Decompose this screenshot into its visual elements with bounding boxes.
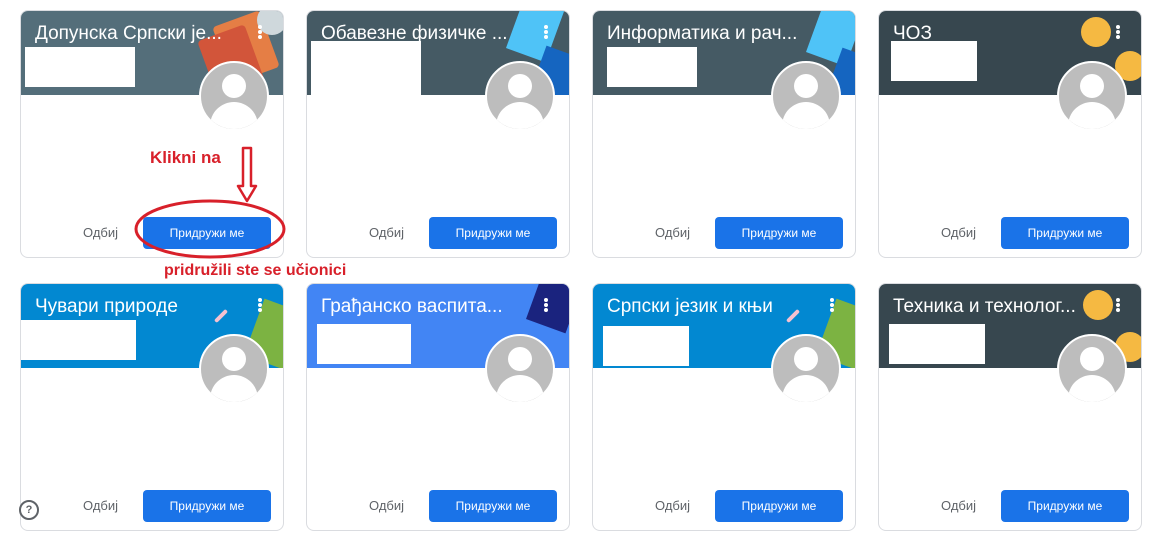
class-card[interactable]: ЧОЗ Одбиј Придружи ме xyxy=(878,10,1142,258)
more-vert-icon[interactable] xyxy=(253,21,267,43)
redacted-teacher xyxy=(21,320,136,360)
redacted-teacher xyxy=(25,47,135,87)
annotation-click-text: Klikni na xyxy=(150,148,221,167)
decline-button[interactable]: Одбиј xyxy=(941,498,976,513)
class-card[interactable]: Обавезне физичке ... Одбиј Придружи ме xyxy=(306,10,570,258)
join-button[interactable]: Придружи ме xyxy=(715,490,843,522)
class-card[interactable]: Грађанско васпита... Одбиј Придружи ме xyxy=(306,283,570,531)
join-button[interactable]: Придружи ме xyxy=(429,490,557,522)
class-title[interactable]: Грађанско васпита... xyxy=(321,296,503,318)
redacted-teacher xyxy=(607,47,697,87)
more-vert-icon[interactable] xyxy=(1111,21,1125,43)
class-card[interactable]: Техника и технолог... Одбиј Придружи ме xyxy=(878,283,1142,531)
class-title[interactable]: Чувари природе xyxy=(35,296,178,318)
more-vert-icon[interactable] xyxy=(539,294,553,316)
decline-button[interactable]: Одбиј xyxy=(655,498,690,513)
coin-decoration xyxy=(1083,290,1113,320)
coin-decoration xyxy=(1081,17,1111,47)
pencil-decoration xyxy=(785,308,801,324)
class-card[interactable]: Српски језик и књи Одбиј Придружи ме xyxy=(592,283,856,531)
join-button[interactable]: Придружи ме xyxy=(1001,217,1129,249)
more-vert-icon[interactable] xyxy=(539,21,553,43)
join-button[interactable]: Придружи ме xyxy=(143,490,271,522)
class-title[interactable]: Информатика и рач... xyxy=(607,23,797,45)
class-card[interactable]: Информатика и рач... Одбиј Придружи ме xyxy=(592,10,856,258)
annotation-ellipse xyxy=(134,199,286,259)
avatar-icon xyxy=(1057,61,1127,131)
join-button[interactable]: Придружи ме xyxy=(1001,490,1129,522)
class-title[interactable]: Допунска Српски је... xyxy=(35,23,222,45)
class-title[interactable]: Српски језик и књи xyxy=(607,296,773,318)
decline-button[interactable]: Одбиј xyxy=(83,225,118,240)
decline-button[interactable]: Одбиј xyxy=(941,225,976,240)
class-title[interactable]: Техника и технолог... xyxy=(893,296,1076,318)
avatar-icon xyxy=(199,61,269,131)
redacted-teacher xyxy=(603,326,689,366)
annotation-joined-text: pridružili ste se učionici xyxy=(164,262,347,279)
redacted-teacher xyxy=(311,41,421,97)
pencil-decoration xyxy=(213,308,229,324)
avatar-icon xyxy=(485,334,555,404)
redacted-teacher xyxy=(889,324,985,364)
join-button[interactable]: Придружи ме xyxy=(429,217,557,249)
avatar-icon xyxy=(771,61,841,131)
decline-button[interactable]: Одбиј xyxy=(83,498,118,513)
join-button[interactable]: Придружи ме xyxy=(715,217,843,249)
redacted-teacher xyxy=(317,324,411,364)
help-icon[interactable]: ? xyxy=(19,500,39,520)
class-card[interactable]: Чувари природе Одбиј Придружи ме xyxy=(20,283,284,531)
avatar-icon xyxy=(199,334,269,404)
redacted-teacher xyxy=(891,41,977,81)
decline-button[interactable]: Одбиј xyxy=(369,498,404,513)
more-vert-icon[interactable] xyxy=(253,294,267,316)
avatar-icon xyxy=(485,61,555,131)
decline-button[interactable]: Одбиј xyxy=(655,225,690,240)
avatar-icon xyxy=(1057,334,1127,404)
more-vert-icon[interactable] xyxy=(825,294,839,316)
more-vert-icon[interactable] xyxy=(1111,294,1125,316)
decline-button[interactable]: Одбиј xyxy=(369,225,404,240)
avatar-icon xyxy=(771,334,841,404)
arrow-down-icon xyxy=(236,146,258,203)
